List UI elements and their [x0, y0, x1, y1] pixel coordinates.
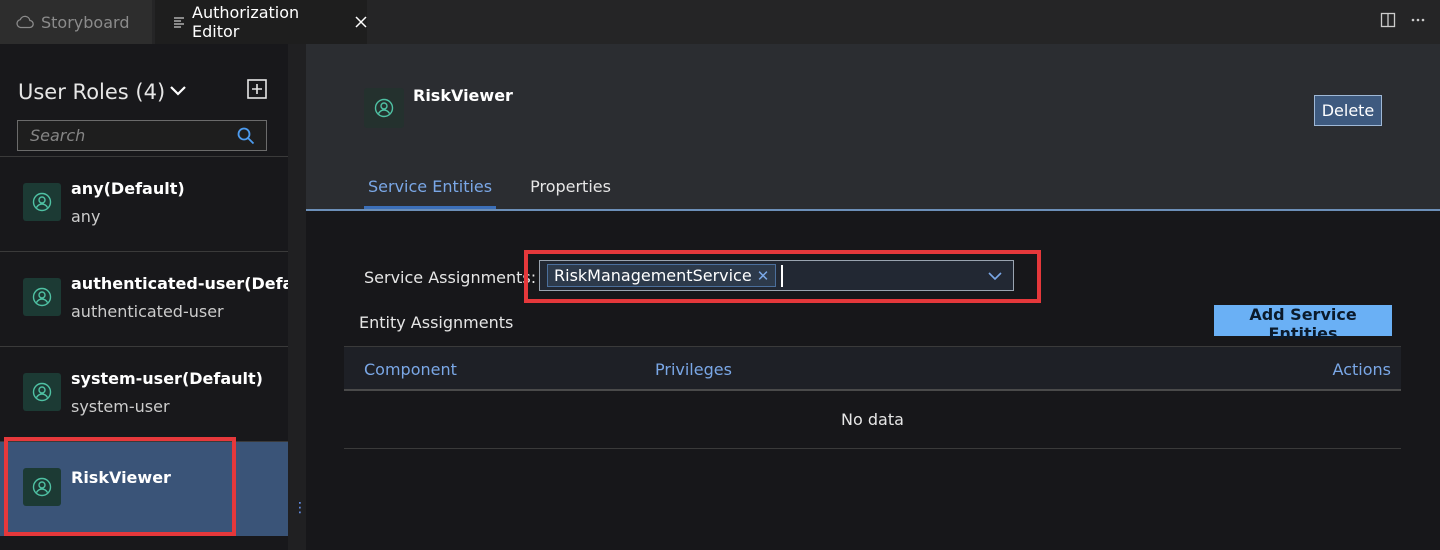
role-detail-header: RiskViewer Delete Service Entities Prope…	[306, 44, 1440, 209]
role-name: any(Default)	[71, 179, 185, 198]
text-cursor	[781, 264, 784, 287]
tab-properties[interactable]: Properties	[526, 164, 615, 209]
role-item-system-user[interactable]: system-user(Default) system-user	[0, 346, 288, 441]
service-entities-panel: Service Assignments: RiskManagementServi…	[306, 211, 1440, 550]
sidebar-sash[interactable]	[288, 44, 306, 550]
role-item-authenticated-user[interactable]: authenticated-user(Default) authenticate…	[0, 251, 325, 346]
sidebar-title: User Roles (4)	[18, 80, 166, 104]
split-editor-icon[interactable]	[1380, 12, 1396, 28]
entity-assignments-table: Component Privileges Actions No data	[344, 346, 1401, 449]
column-header-actions[interactable]: Actions	[1333, 360, 1391, 379]
search-icon[interactable]	[236, 126, 256, 146]
tab-storyboard[interactable]: Storyboard	[0, 0, 152, 44]
search-input[interactable]	[18, 121, 228, 150]
tab-service-entities[interactable]: Service Entities	[364, 164, 497, 209]
remove-token-icon[interactable]: ✕	[757, 267, 770, 285]
service-token-label: RiskManagementService	[554, 266, 752, 285]
role-subtitle: system-user	[71, 397, 170, 416]
user-avatar-icon	[23, 278, 61, 316]
list-icon	[173, 16, 185, 28]
service-assignments-select[interactable]: RiskManagementService ✕	[539, 260, 1014, 291]
search-box	[17, 120, 267, 151]
role-name: RiskViewer	[71, 468, 171, 487]
table-empty-state: No data	[344, 391, 1401, 449]
user-avatar-icon	[23, 183, 61, 221]
detail-tabs: Service Entities Properties	[364, 164, 645, 209]
tab-authorization-editor[interactable]: Authorization Editor	[155, 0, 367, 44]
role-subtitle: any	[71, 207, 101, 226]
service-assignments-label: Service Assignments:	[364, 268, 537, 287]
sidebar-header: User Roles (4)	[18, 78, 273, 106]
role-name: system-user(Default)	[71, 369, 263, 388]
role-subtitle: authenticated-user	[71, 302, 224, 321]
user-avatar-icon	[364, 88, 404, 128]
add-role-icon[interactable]	[246, 78, 268, 100]
drag-handle-icon[interactable]: ⋮	[293, 500, 307, 516]
tab-authorization-editor-label: Authorization Editor	[192, 3, 300, 41]
add-service-entities-button[interactable]: Add Service Entities	[1214, 305, 1392, 343]
page-title: RiskViewer	[413, 86, 513, 105]
more-actions-icon[interactable]	[1410, 12, 1426, 28]
role-item-any[interactable]: any(Default) any	[0, 156, 288, 251]
close-icon[interactable]	[355, 16, 367, 28]
service-token: RiskManagementService ✕	[547, 264, 777, 287]
tabbar-actions	[1380, 12, 1426, 28]
role-item-riskviewer[interactable]: RiskViewer	[0, 441, 288, 536]
user-avatar-icon	[23, 373, 61, 411]
table-header: Component Privileges Actions	[344, 346, 1401, 391]
column-header-privileges[interactable]: Privileges	[655, 360, 732, 379]
column-header-component[interactable]: Component	[364, 360, 457, 379]
tab-storyboard-label: Storyboard	[41, 12, 130, 32]
entity-assignments-label: Entity Assignments	[359, 313, 514, 332]
cloud-icon	[16, 15, 34, 29]
editor-tab-bar: Storyboard Authorization Editor	[0, 0, 1440, 44]
chevron-down-icon[interactable]	[987, 268, 1003, 284]
delete-button[interactable]: Delete	[1314, 95, 1382, 126]
user-avatar-icon	[23, 468, 61, 506]
chevron-down-icon[interactable]	[168, 80, 188, 100]
role-list: any(Default) any authenticated-user(Defa…	[0, 156, 325, 536]
user-roles-sidebar: User Roles (4) any(Default) any authenti…	[0, 44, 325, 550]
